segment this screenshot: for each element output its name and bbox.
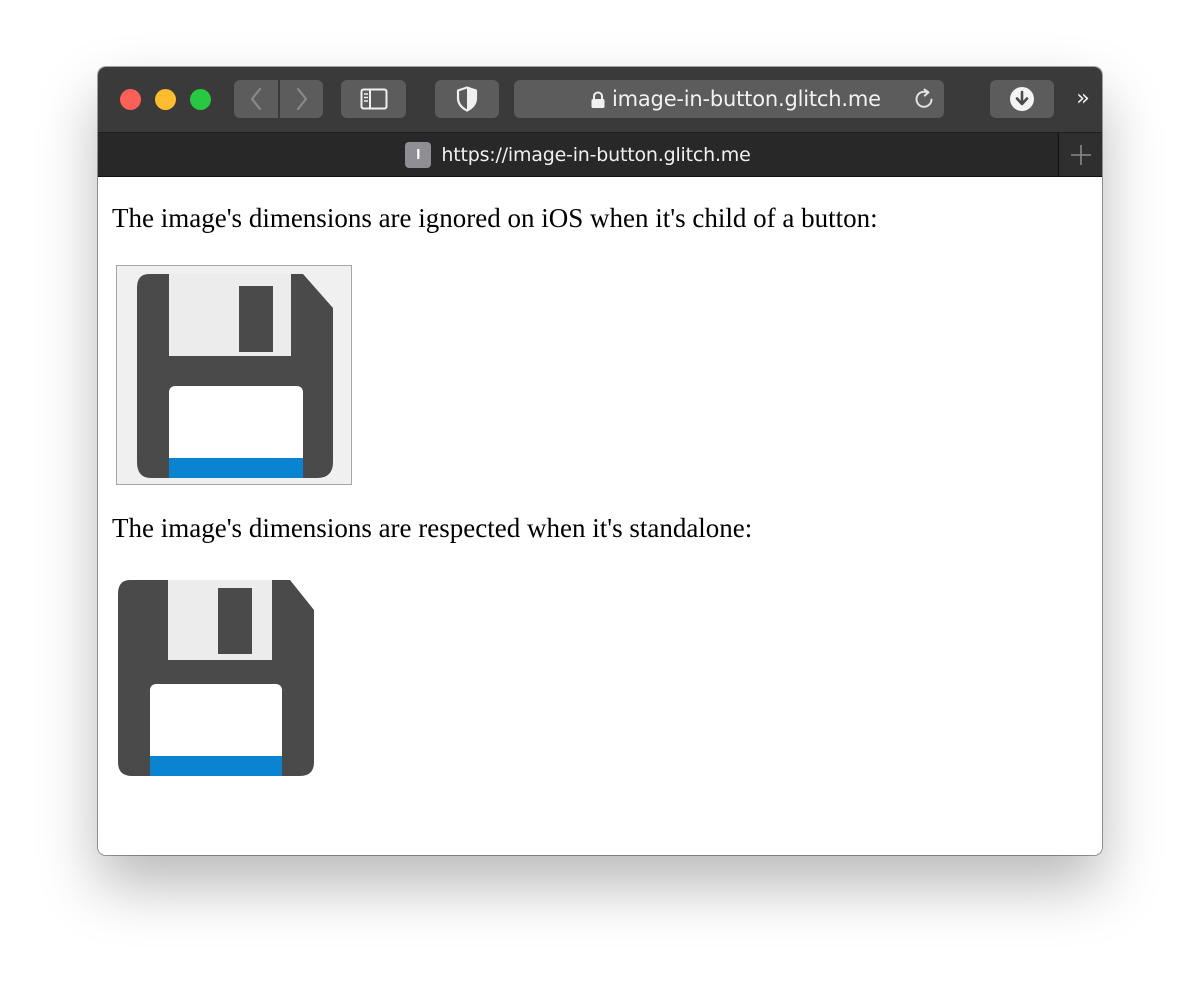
toolbar-overflow-button[interactable]: ›› xyxy=(1068,85,1094,113)
address-url: image-in-button.glitch.me xyxy=(612,87,881,111)
sidebar-icon xyxy=(360,88,387,110)
tab-active[interactable]: I https://image-in-button.glitch.me xyxy=(98,133,1059,176)
reload-icon[interactable] xyxy=(912,87,936,111)
tab-bar: I https://image-in-button.glitch.me xyxy=(98,133,1102,177)
favicon-icon: I xyxy=(405,141,432,168)
address-bar[interactable]: image-in-button.glitch.me xyxy=(514,80,944,118)
standalone-caption: The image's dimensions are respected whe… xyxy=(112,513,753,543)
plus-icon xyxy=(1070,144,1091,165)
forward-button[interactable] xyxy=(280,80,323,118)
lock-icon xyxy=(591,91,605,108)
downloads-button[interactable] xyxy=(990,80,1054,118)
chevron-left-icon xyxy=(250,87,262,111)
new-tab-button[interactable] xyxy=(1059,133,1102,176)
floppy-disk-icon xyxy=(118,580,314,776)
tab-title: https://image-in-button.glitch.me xyxy=(441,143,751,166)
back-button[interactable] xyxy=(234,80,278,118)
shield-icon xyxy=(456,86,478,112)
browser-toolbar: image-in-button.glitch.me ›› xyxy=(98,67,1102,133)
image-button[interactable] xyxy=(116,265,352,485)
zoom-window-button[interactable] xyxy=(190,89,211,110)
sidebar-toggle-button[interactable] xyxy=(341,80,406,118)
minimize-window-button[interactable] xyxy=(155,89,176,110)
download-icon xyxy=(1010,87,1034,111)
button-caption: The image's dimensions are ignored on iO… xyxy=(112,203,878,233)
browser-window: image-in-button.glitch.me ›› I https://i… xyxy=(98,67,1102,855)
floppy-disk-icon xyxy=(137,274,333,478)
privacy-report-button[interactable] xyxy=(435,80,499,118)
chevron-right-icon xyxy=(296,87,307,111)
page-content: The image's dimensions are ignored on iO… xyxy=(98,177,1102,855)
close-window-button[interactable] xyxy=(120,89,141,110)
